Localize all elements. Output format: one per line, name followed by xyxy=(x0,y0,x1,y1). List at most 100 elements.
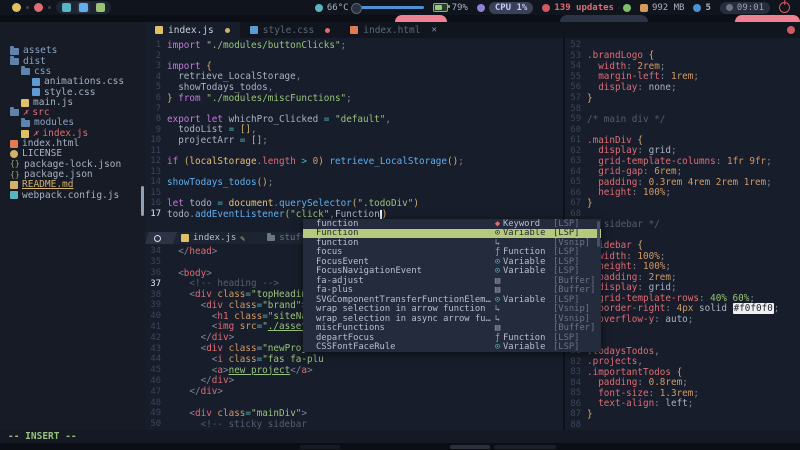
code-line[interactable]: 55 margin-left: 1rem; xyxy=(565,72,800,83)
code-line[interactable]: 87} xyxy=(565,409,800,420)
active-workspace-chip[interactable] xyxy=(77,2,90,13)
code-line[interactable]: 46 </div> xyxy=(145,376,563,387)
code-line[interactable]: 10 projectArr = []; xyxy=(145,135,563,146)
code-line[interactable]: 44 <i class="fas fa-plu xyxy=(145,354,563,365)
code-line[interactable]: 86 text-align: left; xyxy=(565,399,800,410)
tree-item-readme-md[interactable]: README.md xyxy=(0,180,145,190)
code-line[interactable]: 60 xyxy=(565,124,800,135)
completion-item[interactable]: fa-plus▤[Buffer] xyxy=(303,286,601,296)
tree-scrollbar[interactable] xyxy=(141,186,144,216)
completion-source: [LSP] xyxy=(553,266,597,276)
code-line[interactable]: 84 padding: 0.8rem; xyxy=(565,378,800,389)
code-line[interactable]: 3import { xyxy=(145,61,563,72)
code-line[interactable]: 64 grid-gap: 6rem; xyxy=(565,167,800,178)
buffer-kind-icon: ▤ xyxy=(492,323,503,333)
completion-item[interactable]: function◆Keyword[LSP] xyxy=(303,219,601,229)
completion-item[interactable]: miscFunctions▤[Buffer] xyxy=(303,324,601,334)
tab-index-js[interactable]: index.js xyxy=(145,22,240,38)
code-line[interactable]: 9 todoList = [], xyxy=(145,124,563,135)
code-line[interactable]: 59/* main div */ xyxy=(565,114,800,125)
code-line[interactable]: 5 showTodays_todos, xyxy=(145,82,563,93)
completion-item[interactable]: wrap selection in arrow function↳[Vsnip] xyxy=(303,305,601,315)
completion-kind: Variable xyxy=(503,257,553,267)
workspace-dot[interactable] xyxy=(48,6,51,9)
completion-item[interactable]: departFocusƒFunction[LSP] xyxy=(303,333,601,343)
json-file-icon: {} xyxy=(10,171,20,179)
code-line[interactable]: 2 xyxy=(145,51,563,62)
completion-item[interactable]: fa-adjust▤[Buffer] xyxy=(303,276,601,286)
code-line[interactable]: 4 retrieve_LocalStorage, xyxy=(145,72,563,83)
line-number: 10 xyxy=(145,135,167,145)
code-line[interactable]: 66 height: 100%; xyxy=(565,188,800,199)
code-line[interactable]: 1import "./modules/buttonClicks"; xyxy=(145,40,563,51)
code-line[interactable]: 47 </div> xyxy=(145,386,563,397)
code-line[interactable]: 85 font-size: 1.3rem; xyxy=(565,388,800,399)
tab-style-css[interactable]: style.css xyxy=(240,22,340,38)
power-button-icon[interactable] xyxy=(779,2,790,13)
code-line[interactable]: 16let todo = document.querySelector(".to… xyxy=(145,198,563,209)
completion-item-selected[interactable]: Function⊙Variable[LSP] xyxy=(303,229,601,239)
code-line[interactable]: 57} xyxy=(565,93,800,104)
workspace-app-icon[interactable] xyxy=(62,3,71,12)
workspace-dot[interactable] xyxy=(26,6,29,9)
code-line[interactable]: 7 xyxy=(145,103,563,114)
code-line[interactable]: 61.mainDiv { xyxy=(565,135,800,146)
code-line[interactable]: 49 <div class="mainDiv"> xyxy=(145,408,563,419)
tree-item-assets[interactable]: assets xyxy=(0,46,145,56)
code-line[interactable]: 58 xyxy=(565,103,800,114)
code-line[interactable]: 62 display: grid; xyxy=(565,145,800,156)
code-line[interactable]: 8export let whichPro_Clicked = "default"… xyxy=(145,114,563,125)
workspace-app-icon[interactable] xyxy=(12,3,21,12)
code-line[interactable]: 53.brandLogo { xyxy=(565,51,800,62)
code-line[interactable]: 17todo.addEventListener("click",Function… xyxy=(145,209,563,220)
completion-item[interactable]: CSSFontFaceRule⊙Variable[LSP] xyxy=(303,343,601,353)
popup-scrollbar[interactable] xyxy=(597,221,600,247)
webpack-file-icon xyxy=(10,191,18,199)
line-number: 55 xyxy=(565,72,587,82)
code-line[interactable]: 50 <!-- sticky sidebar xyxy=(145,419,563,430)
updates-widget[interactable]: 139 updates xyxy=(542,3,614,13)
code-line[interactable]: 56 display: none; xyxy=(565,82,800,93)
tree-item-modules[interactable]: modules xyxy=(0,118,145,128)
code-line[interactable]: 12if (localStorage.length > 0) retrieve_… xyxy=(145,156,563,167)
network-icon[interactable] xyxy=(623,4,631,12)
code-line[interactable]: 54 width: 2rem; xyxy=(565,61,800,72)
tree-item-animations-css[interactable]: animations.css xyxy=(0,77,145,87)
completion-item[interactable]: wrap selection in async arrow function↳[… xyxy=(303,314,601,324)
workspace-app-icon[interactable] xyxy=(34,3,43,12)
tree-item-style-css[interactable]: style.css xyxy=(0,87,145,97)
brightness-slider[interactable] xyxy=(358,6,424,9)
completion-item[interactable]: SVGComponentTransferFunctionElement⊙Vari… xyxy=(303,295,601,305)
workspace-app-icon[interactable] xyxy=(96,3,105,12)
code-line[interactable]: 15 xyxy=(145,188,563,199)
code-line[interactable]: 88 xyxy=(565,420,800,430)
tab-index-html[interactable]: index.html✕ xyxy=(340,22,447,38)
code-line[interactable]: 67} xyxy=(565,198,800,209)
code-line[interactable]: 45 <a>new project</a> xyxy=(145,365,563,376)
line-number: 56 xyxy=(565,82,587,92)
notification-widget[interactable]: 5 xyxy=(693,3,710,13)
code-text: height: 100%; xyxy=(587,187,671,198)
code-line[interactable]: 48 xyxy=(145,397,563,408)
completion-item[interactable]: function↳[Vsnip] xyxy=(303,238,601,248)
code-line[interactable]: 6} from "./modules/miscFunctions"; xyxy=(145,93,563,104)
code-line[interactable]: 63 grid-template-columns: 1fr 9fr; xyxy=(565,156,800,167)
code-line[interactable]: 13 xyxy=(145,167,563,178)
tree-item-main-js[interactable]: main.js xyxy=(0,97,145,107)
tree-item-webpack-config-js[interactable]: webpack.config.js xyxy=(0,190,145,200)
completion-item[interactable]: focusƒFunction[LSP] xyxy=(303,248,601,258)
editor-pane-indexjs[interactable]: 1import "./modules/buttonClicks";23impor… xyxy=(145,38,563,234)
code-line[interactable]: 68 xyxy=(565,209,800,220)
code-line[interactable]: 83.importantTodos { xyxy=(565,367,800,378)
completion-item[interactable]: FocusEvent⊙Variable[LSP] xyxy=(303,257,601,267)
code-line[interactable]: 14showTodays_todos(); xyxy=(145,177,563,188)
tab-close-icon[interactable]: ✕ xyxy=(431,25,436,35)
completion-item[interactable]: FocusNavigationEvent⊙Variable[LSP] xyxy=(303,267,601,277)
code-line[interactable]: 52 xyxy=(565,40,800,51)
tree-item-license[interactable]: LICENSE xyxy=(0,149,145,159)
tree-item-dist[interactable]: dist xyxy=(0,56,145,66)
code-line[interactable]: 65 padding: 0.3rem 4rem 2rem 1rem; xyxy=(565,177,800,188)
slider-knob[interactable] xyxy=(351,3,362,14)
code-line[interactable]: 11 xyxy=(145,145,563,156)
code-line[interactable]: 82.projects, xyxy=(565,356,800,367)
